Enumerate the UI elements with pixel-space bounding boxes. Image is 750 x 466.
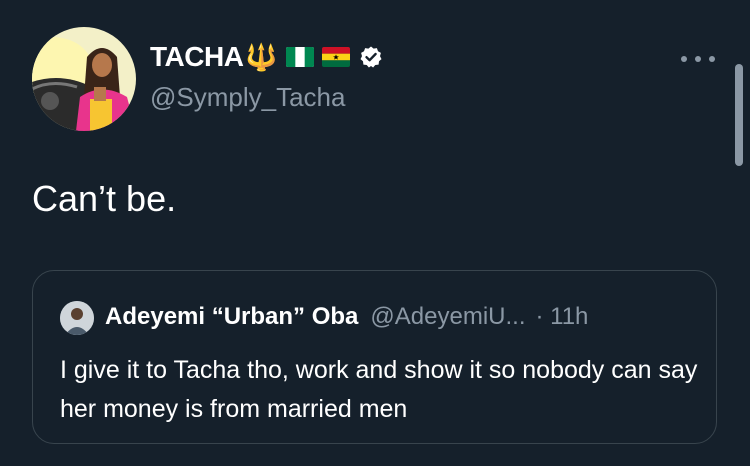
trident-emoji: 🔱 — [245, 42, 278, 72]
quoted-tweet-header: Adeyemi “Urban” Oba @AdeyemiU... · 11h — [105, 303, 588, 331]
more-dot — [681, 56, 687, 62]
author-handle[interactable]: @Symply_Tacha — [150, 82, 383, 113]
quoted-tweet[interactable]: Adeyemi “Urban” Oba @AdeyemiU... · 11h I… — [32, 270, 717, 444]
tweet-text: Can’t be. — [32, 178, 177, 219]
nigeria-flag-icon — [285, 47, 314, 67]
author-name-row: TACHA 🔱 — [150, 40, 383, 74]
quoted-author-handle[interactable]: @AdeyemiU... — [370, 303, 525, 331]
quoted-author-name[interactable]: Adeyemi “Urban” Oba — [105, 303, 358, 331]
verified-badge-icon — [360, 46, 382, 68]
scrollbar[interactable] — [735, 64, 743, 166]
tweet-header: TACHA 🔱 @Symply_Tacha — [150, 40, 383, 113]
more-dot — [695, 56, 701, 62]
more-icon[interactable] — [681, 52, 715, 66]
more-dot — [709, 56, 715, 62]
author-display-name[interactable]: TACHA — [150, 41, 244, 73]
quoted-tweet-time[interactable]: · 11h — [535, 303, 588, 331]
quoted-author-avatar[interactable] — [60, 301, 94, 335]
author-avatar[interactable] — [32, 27, 136, 131]
quoted-tweet-text: I give it to Tacha tho, work and show it… — [60, 356, 698, 423]
ghana-flag-icon — [321, 47, 350, 67]
